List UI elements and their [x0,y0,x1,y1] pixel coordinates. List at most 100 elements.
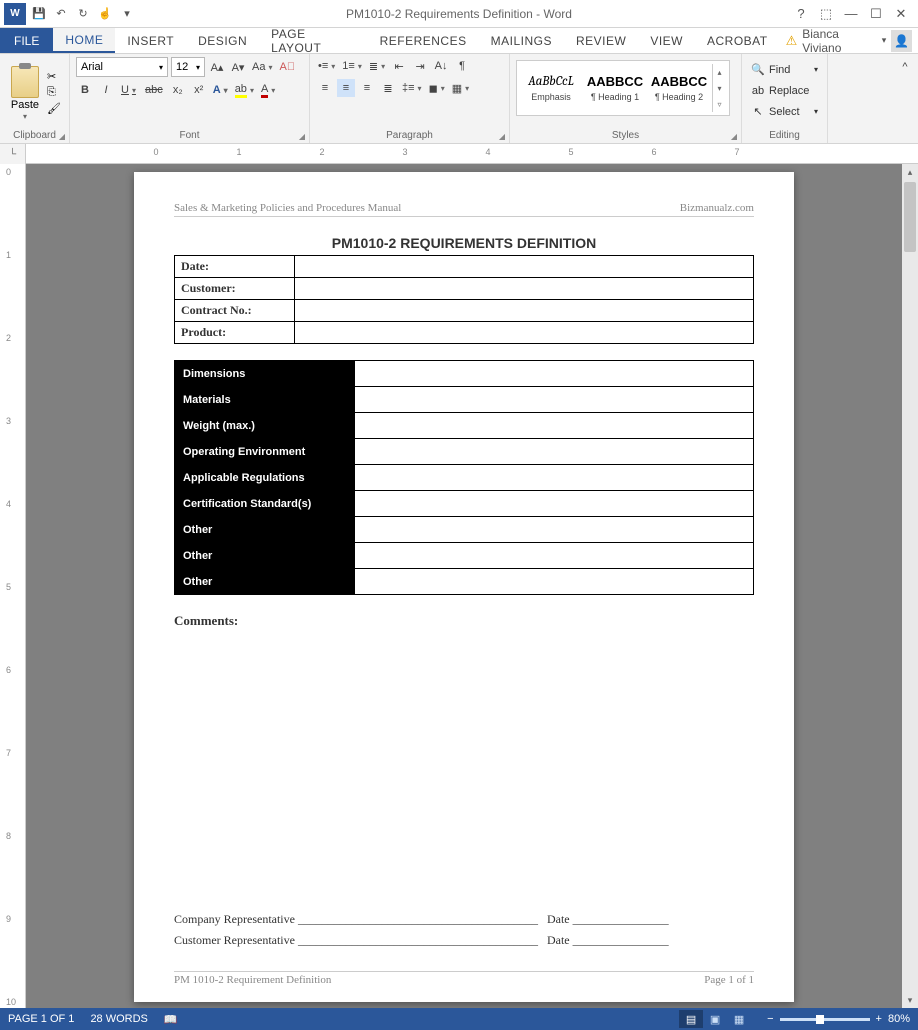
tab-page-layout[interactable]: PAGE LAYOUT [259,28,367,53]
web-layout-view-icon[interactable]: ▦ [727,1010,751,1028]
spec-value[interactable] [355,387,754,413]
bullets-icon[interactable]: •≡ [316,57,337,75]
tab-view[interactable]: VIEW [638,28,695,53]
collapse-ribbon-icon[interactable]: ^ [896,58,914,76]
tab-acrobat[interactable]: ACROBAT [695,28,780,53]
info-value[interactable] [295,256,754,278]
select-button[interactable]: ↖Select▾ [748,102,821,121]
multilevel-list-icon[interactable]: ≣ [367,57,387,75]
style-heading-2[interactable]: AABBCC ¶ Heading 2 [648,64,710,112]
gallery-more-icon[interactable]: ▿ [713,96,726,112]
spec-value[interactable] [355,517,754,543]
tab-file[interactable]: FILE [0,28,53,53]
paragraph-launcher-icon[interactable]: ◢ [499,132,505,141]
spec-value[interactable] [355,465,754,491]
tab-design[interactable]: DESIGN [186,28,259,53]
spec-value[interactable] [355,413,754,439]
numbering-icon[interactable]: 1≡ [340,57,364,75]
replace-button[interactable]: abReplace [748,81,821,100]
sort-icon[interactable]: A↓ [432,57,450,75]
signed-in-user[interactable]: ⚠ Bianca Viviano ▾ 👤 [780,28,918,53]
underline-button[interactable]: U [118,81,139,99]
redo-icon[interactable]: ↻ [74,5,92,23]
vertical-ruler[interactable]: 012345678910 [0,164,26,1008]
align-left-icon[interactable]: ≡ [316,79,334,97]
scroll-down-icon[interactable]: ▾ [902,992,918,1008]
change-case-icon[interactable]: Aa [250,58,274,76]
clear-formatting-icon[interactable]: A⃠ [277,58,297,76]
save-icon[interactable]: 💾 [30,5,48,23]
spec-value[interactable] [355,491,754,517]
spec-value[interactable] [355,569,754,595]
bold-button[interactable]: B [76,81,94,99]
text-effects-icon[interactable]: A [211,81,230,99]
font-launcher-icon[interactable]: ◢ [299,132,305,141]
line-spacing-icon[interactable]: ‡≡ [400,79,424,97]
style-heading-1[interactable]: AABBCC ¶ Heading 1 [584,64,646,112]
help-icon[interactable]: ? [790,4,812,24]
tab-review[interactable]: REVIEW [564,28,638,53]
spec-value[interactable] [355,543,754,569]
clipboard-launcher-icon[interactable]: ◢ [59,132,65,141]
copy-icon[interactable]: ⎘ [47,86,63,100]
align-right-icon[interactable]: ≡ [358,79,376,97]
touch-mode-icon[interactable]: ☝ [96,5,114,23]
styles-launcher-icon[interactable]: ◢ [731,132,737,141]
italic-button[interactable]: I [97,81,115,99]
font-color-icon[interactable]: A [259,81,277,99]
spec-value[interactable] [355,439,754,465]
read-mode-view-icon[interactable]: ▣ [703,1010,727,1028]
info-value[interactable] [295,300,754,322]
zoom-slider[interactable] [780,1018,870,1021]
shrink-font-icon[interactable]: A▾ [229,58,247,76]
status-words[interactable]: 28 WORDS [90,1013,147,1025]
gallery-down-icon[interactable]: ▾ [713,80,726,96]
info-value[interactable] [295,278,754,300]
style-emphasis[interactable]: AaBbCcL Emphasis [520,64,582,112]
spec-value[interactable] [355,361,754,387]
minimize-icon[interactable]: — [840,4,862,24]
align-center-icon[interactable]: ≡ [337,79,355,97]
highlight-color-icon[interactable]: ab [233,81,256,99]
zoom-in-icon[interactable]: + [876,1013,882,1025]
grow-font-icon[interactable]: A▴ [208,58,226,76]
justify-icon[interactable]: ≣ [379,79,397,97]
font-family-select[interactable]: Arial▾ [76,57,168,77]
tab-insert[interactable]: INSERT [115,28,186,53]
document-canvas[interactable]: Sales & Marketing Policies and Procedure… [26,164,902,1008]
show-marks-icon[interactable]: ¶ [453,57,471,75]
borders-icon[interactable]: ▦ [450,79,471,97]
tab-references[interactable]: REFERENCES [368,28,479,53]
cut-icon[interactable]: ✂ [47,70,63,84]
font-size-select[interactable]: 12▾ [171,57,205,77]
tab-home[interactable]: HOME [53,28,115,53]
tab-mailings[interactable]: MAILINGS [479,28,564,53]
customize-qat-icon[interactable]: ▾ [118,5,136,23]
undo-icon[interactable]: ↶ [52,5,70,23]
tab-selector-icon[interactable]: └ [0,144,26,164]
maximize-icon[interactable]: ☐ [865,4,887,24]
zoom-out-icon[interactable]: − [767,1013,773,1025]
shading-icon[interactable]: ◼ [427,79,447,97]
strikethrough-button[interactable]: abc [142,81,166,99]
increase-indent-icon[interactable]: ⇥ [411,57,429,75]
horizontal-ruler[interactable]: 01234567 [26,144,918,164]
close-icon[interactable]: ✕ [890,4,912,24]
paste-button[interactable]: Paste ▾ [6,64,44,121]
status-page[interactable]: PAGE 1 OF 1 [8,1013,74,1025]
scroll-track[interactable] [902,180,918,992]
info-value[interactable] [295,322,754,344]
scroll-thumb[interactable] [904,182,916,252]
decrease-indent-icon[interactable]: ⇤ [390,57,408,75]
vertical-scrollbar[interactable]: ▴ ▾ [902,164,918,1008]
subscript-button[interactable]: x₂ [169,81,187,99]
scroll-up-icon[interactable]: ▴ [902,164,918,180]
superscript-button[interactable]: x² [190,81,208,99]
zoom-knob[interactable] [816,1015,824,1024]
ribbon-display-icon[interactable]: ⬚ [815,4,837,24]
print-layout-view-icon[interactable]: ▤ [679,1010,703,1028]
gallery-up-icon[interactable]: ▴ [713,64,726,80]
find-button[interactable]: 🔍Find▾ [748,60,821,79]
zoom-level[interactable]: 80% [888,1013,910,1025]
document-page[interactable]: Sales & Marketing Policies and Procedure… [134,172,794,1002]
